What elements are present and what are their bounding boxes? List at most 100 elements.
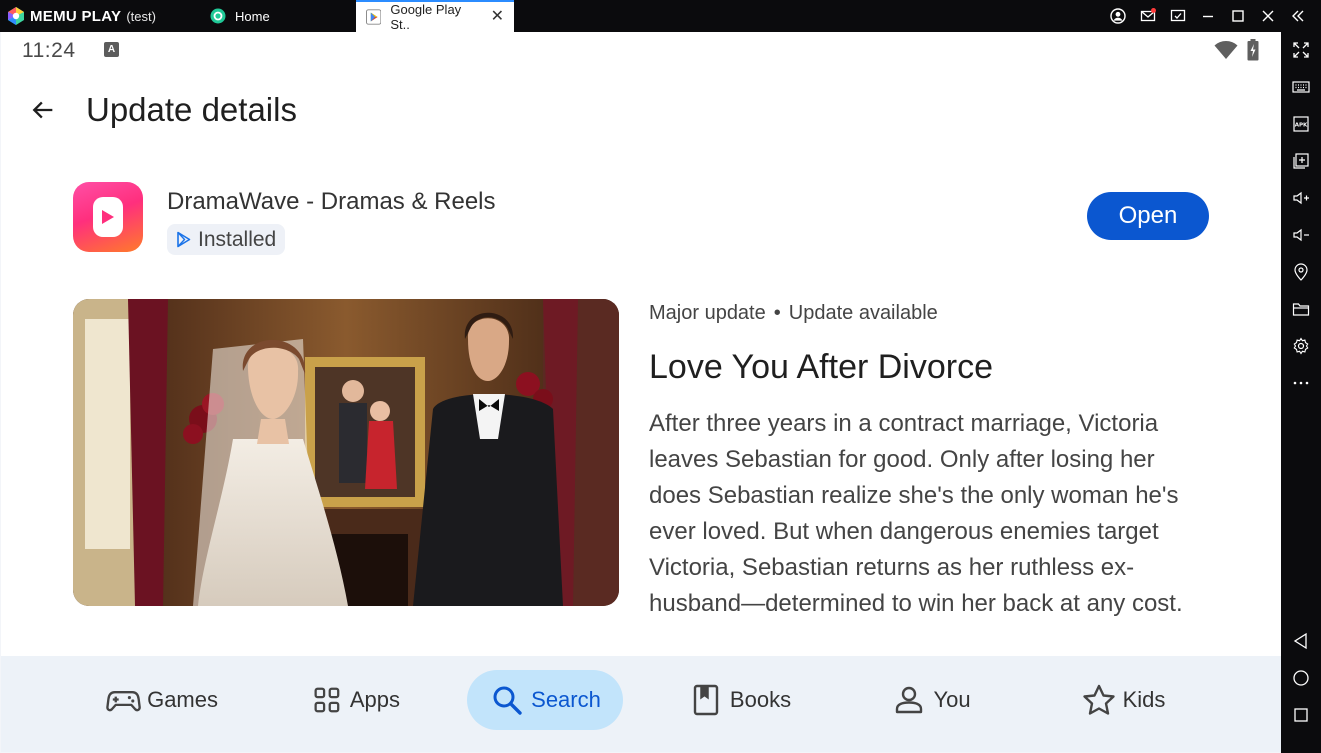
minimize-button[interactable] bbox=[1193, 0, 1223, 32]
volume-up-icon bbox=[1293, 191, 1309, 205]
more-horizontal-icon bbox=[1293, 381, 1309, 385]
circle-home-icon bbox=[1293, 670, 1309, 686]
settings-button[interactable] bbox=[1289, 334, 1313, 358]
nav-kids-label: Kids bbox=[1122, 687, 1166, 712]
apk-icon: APK bbox=[1293, 116, 1309, 132]
update-meta: Major update • Update available bbox=[649, 302, 938, 325]
app-icon[interactable] bbox=[73, 182, 143, 252]
account-button[interactable] bbox=[1103, 0, 1133, 32]
nav-search-label: Search bbox=[531, 687, 601, 712]
update-tag-available: Update available bbox=[788, 302, 938, 324]
multi-instance-button[interactable] bbox=[1289, 149, 1313, 173]
tab-home[interactable]: Home bbox=[200, 0, 356, 32]
volume-down-button[interactable] bbox=[1289, 223, 1313, 247]
brand-name: MEMU PLAY bbox=[30, 7, 122, 25]
keyboard-button[interactable] bbox=[1289, 75, 1313, 99]
home-tab-icon bbox=[210, 8, 226, 24]
folder-icon bbox=[1292, 303, 1310, 316]
status-time: 11:24 bbox=[22, 39, 76, 62]
tab-google-play[interactable]: Google Play St.. ✕ bbox=[356, 0, 514, 32]
install-apk-button[interactable]: APK bbox=[1289, 112, 1313, 136]
emulator-title-bar: MEMU PLAY (test) Home Google Play St.. ✕ bbox=[0, 0, 1321, 32]
update-tag-major: Major update bbox=[649, 302, 766, 324]
account-icon bbox=[1110, 8, 1126, 24]
tab-google-play-label: Google Play St.. bbox=[390, 2, 462, 32]
nav-games-label: Games bbox=[147, 687, 218, 712]
page-title: Update details bbox=[86, 91, 297, 128]
memu-logo-icon bbox=[8, 7, 24, 25]
screen-cast-button[interactable] bbox=[1163, 0, 1193, 32]
emulator-window: MEMU PLAY (test) Home Google Play St.. ✕ bbox=[0, 0, 1321, 753]
play-triangle-icon bbox=[102, 210, 114, 224]
arrow-back-icon bbox=[32, 101, 53, 119]
square-recents-icon bbox=[1294, 708, 1308, 722]
app-bar: Update details bbox=[1, 78, 1281, 142]
fullscreen-button[interactable] bbox=[1289, 38, 1313, 62]
close-tab-icon[interactable]: ✕ bbox=[491, 9, 504, 25]
android-home-button[interactable] bbox=[1289, 666, 1313, 690]
emulator-brand: MEMU PLAY (test) bbox=[0, 0, 200, 32]
nav-books[interactable]: Books bbox=[687, 670, 792, 730]
minimize-icon bbox=[1203, 15, 1213, 18]
close-window-button[interactable] bbox=[1253, 0, 1283, 32]
android-screen: 11:24 A Update details DramaWave - Drama… bbox=[1, 32, 1281, 752]
gear-icon bbox=[1293, 337, 1309, 355]
star-icon bbox=[1082, 684, 1115, 715]
installed-label: Installed bbox=[198, 227, 277, 251]
maximize-button[interactable] bbox=[1223, 0, 1253, 32]
meta-separator: • bbox=[773, 302, 781, 324]
book-icon bbox=[693, 684, 719, 716]
android-back-button[interactable] bbox=[1289, 629, 1313, 653]
battery-charging-icon bbox=[1247, 39, 1259, 61]
keyboard-indicator-badge: A bbox=[104, 42, 119, 57]
installed-chip: Installed bbox=[167, 224, 286, 255]
triangle-back-icon bbox=[1293, 632, 1307, 650]
nav-search[interactable]: Search bbox=[467, 670, 623, 730]
nav-apps-label: Apps bbox=[349, 687, 400, 712]
feature-image[interactable] bbox=[73, 299, 619, 606]
apps-grid-icon bbox=[314, 687, 340, 713]
android-recents-button[interactable] bbox=[1289, 703, 1313, 727]
svg-text:APK: APK bbox=[1295, 123, 1308, 129]
play-installed-icon bbox=[177, 231, 191, 248]
notification-dot bbox=[1151, 8, 1156, 13]
back-button[interactable] bbox=[23, 90, 63, 130]
nav-you[interactable]: You bbox=[889, 670, 973, 730]
window-controls bbox=[1103, 0, 1313, 32]
close-icon bbox=[1262, 10, 1274, 22]
bottom-navigation: Games Apps Search Books You Kids bbox=[1, 656, 1281, 752]
open-button[interactable]: Open bbox=[1087, 192, 1209, 240]
tab-home-label: Home bbox=[235, 8, 270, 24]
wifi-icon bbox=[1214, 41, 1238, 59]
status-bar: 11:24 A bbox=[1, 32, 1281, 68]
play-store-tab-icon bbox=[366, 9, 382, 25]
volume-down-icon bbox=[1293, 228, 1309, 242]
volume-up-button[interactable] bbox=[1289, 186, 1313, 210]
brand-suffix: (test) bbox=[126, 8, 156, 24]
add-window-icon bbox=[1293, 153, 1309, 169]
more-options-button[interactable] bbox=[1289, 371, 1313, 395]
search-icon bbox=[493, 686, 522, 715]
maximize-icon bbox=[1232, 10, 1244, 22]
gamepad-icon bbox=[106, 691, 141, 712]
nav-books-label: Books bbox=[729, 687, 792, 712]
person-icon bbox=[896, 686, 923, 714]
mail-button[interactable] bbox=[1133, 0, 1163, 32]
collapse-sidebar-button[interactable] bbox=[1283, 0, 1313, 32]
location-button[interactable] bbox=[1289, 260, 1313, 284]
nav-kids[interactable]: Kids bbox=[1077, 670, 1169, 730]
location-pin-icon bbox=[1294, 263, 1308, 281]
nav-apps[interactable]: Apps bbox=[310, 670, 400, 730]
keyboard-icon bbox=[1292, 81, 1310, 93]
nav-games[interactable]: Games bbox=[106, 670, 218, 730]
emulator-sidebar: APK bbox=[1281, 32, 1321, 753]
shared-folder-button[interactable] bbox=[1289, 297, 1313, 321]
fullscreen-icon bbox=[1293, 42, 1309, 58]
feature-image-artwork bbox=[73, 299, 619, 606]
screen-cast-icon bbox=[1170, 9, 1186, 22]
app-name: DramaWave - Dramas & Reels bbox=[167, 188, 496, 215]
update-title: Love You After Divorce bbox=[649, 348, 994, 386]
double-chevron-left-icon bbox=[1292, 10, 1304, 22]
update-description: After three years in a contract marriage… bbox=[649, 410, 1183, 617]
nav-you-label: You bbox=[933, 687, 971, 712]
